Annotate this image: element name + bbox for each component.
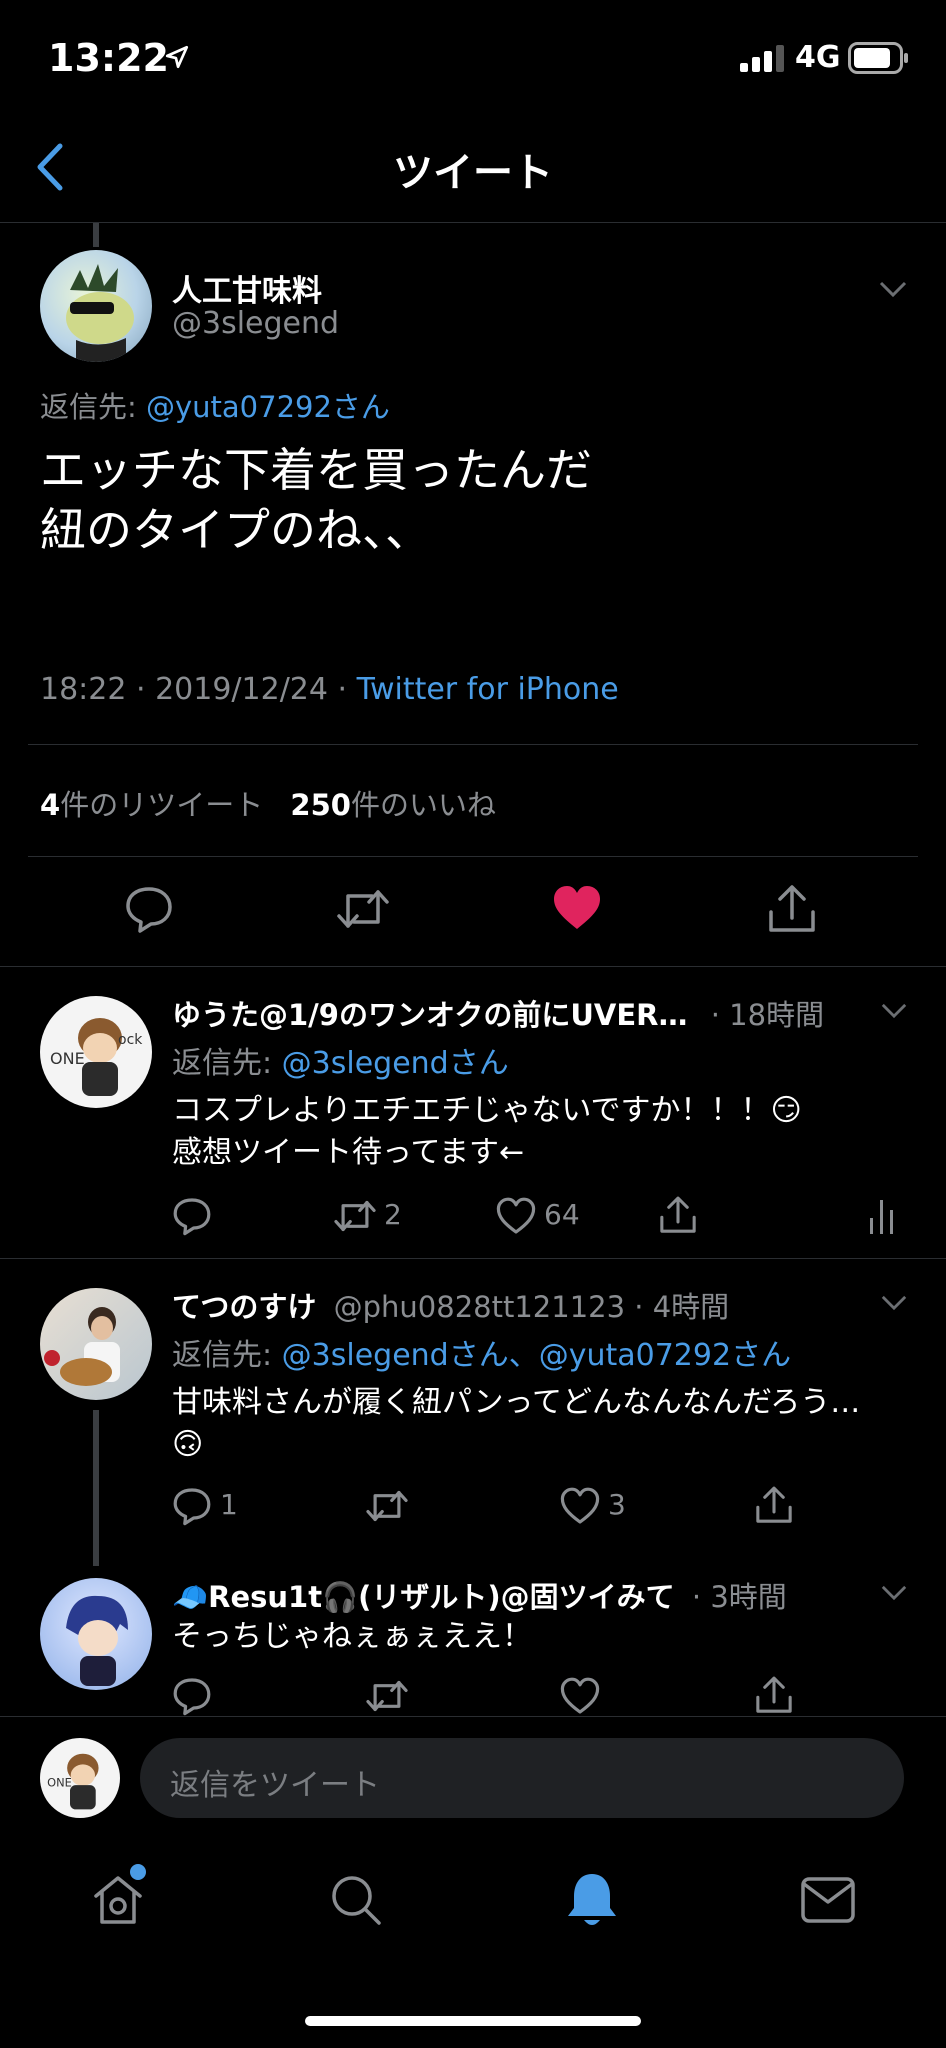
new-content-dot xyxy=(130,1864,146,1880)
home-indicator xyxy=(305,2016,641,2026)
reply-header: てつのすけ @phu0828tt121123 · 4時間 xyxy=(172,1284,729,1326)
divider xyxy=(0,966,946,967)
like-heart-filled-icon[interactable] xyxy=(552,884,602,932)
reply-meta: · 18時間 xyxy=(710,998,825,1032)
retweet-stat[interactable]: 4件のリツイート xyxy=(40,788,272,822)
tweet-text: エッチな下着を買ったんだ 紐のタイプのね、、 xyxy=(40,440,920,560)
share-icon[interactable] xyxy=(766,882,818,936)
author-name[interactable]: 人工甘味料 xyxy=(172,266,322,310)
like-count: 64 xyxy=(544,1198,580,1231)
like-heart-icon[interactable] xyxy=(560,1676,600,1716)
battery-icon xyxy=(848,42,910,74)
chevron-down-icon[interactable] xyxy=(880,1294,908,1311)
tweet-meta: 18:22 · 2019/12/24 · Twitter for iPhone xyxy=(40,672,619,707)
reply-icon[interactable] xyxy=(172,1486,212,1526)
svg-text:ONE: ONE xyxy=(47,1776,72,1790)
thread-line-top xyxy=(93,223,99,247)
reply-author-name[interactable]: 🧢Resu1t🎧(リザルト)@固ツイみて xyxy=(172,1580,675,1614)
like-heart-icon[interactable] xyxy=(560,1486,600,1526)
like-stat[interactable]: 250件のいいね xyxy=(290,788,496,822)
avatar[interactable]: ONE ock xyxy=(40,996,152,1108)
retweet-icon[interactable] xyxy=(334,884,392,934)
thread-line xyxy=(93,1410,99,1566)
tweet-timestamp: 18:22 · 2019/12/24 · xyxy=(40,672,348,707)
mail-icon[interactable] xyxy=(800,1876,856,1924)
reply-text: 甘味料さんが履く紐パンってどんなんなんだろう… 🙃 xyxy=(172,1382,860,1466)
retweet-count: 2 xyxy=(384,1198,402,1231)
reply-prefix: 返信先: xyxy=(40,390,137,424)
divider xyxy=(0,1258,946,1259)
page-title: ツイート xyxy=(393,150,553,196)
reply-mention-link[interactable]: @yuta07292さん xyxy=(146,390,390,424)
retweet-label: 件のリツイート xyxy=(60,788,264,822)
reply-icon[interactable] xyxy=(172,1676,212,1716)
avatar[interactable] xyxy=(40,1288,152,1400)
compose-divider xyxy=(0,1716,946,1717)
tweet-text-line: 紐のタイプのね、、 xyxy=(40,503,431,557)
retweet-icon[interactable] xyxy=(364,1486,410,1526)
author-handle[interactable]: @3slegend xyxy=(172,306,339,341)
home-icon[interactable] xyxy=(90,1872,146,1928)
analytics-icon[interactable] xyxy=(868,1196,896,1236)
reply-text-line: コスプレよりエチエチじゃないですか！！！😏 xyxy=(172,1093,802,1128)
nav-header: ツイート xyxy=(0,110,946,222)
reply-text-line: 甘味料さんが履く紐パンってどんなんなんだろう… xyxy=(172,1385,861,1420)
reply-icon[interactable] xyxy=(172,1196,212,1236)
compose-placeholder: 返信をツイート xyxy=(170,1768,380,1803)
reply-text: コスプレよりエチエチじゃないですか！！！😏 感想ツイート待ってます← xyxy=(172,1090,802,1174)
retweet-count: 4 xyxy=(40,788,61,822)
like-label: 件のいいね xyxy=(350,788,496,822)
tweet-source-link[interactable]: Twitter for iPhone xyxy=(357,672,619,707)
reply-context: 返信先: @3slegendさん、@yuta07292さん xyxy=(172,1330,791,1374)
reply-meta: · 3時間 xyxy=(691,1580,787,1614)
reply-text-line: そっちじゃねぇぁぇええ！ xyxy=(172,1619,532,1654)
search-icon[interactable] xyxy=(328,1872,384,1928)
chevron-down-icon[interactable] xyxy=(880,1002,908,1019)
location-arrow-icon xyxy=(164,44,190,70)
retweet-icon[interactable] xyxy=(332,1196,378,1236)
divider xyxy=(28,744,918,745)
reply-prefix: 返信先: xyxy=(172,1046,273,1081)
chevron-down-icon[interactable] xyxy=(878,280,908,298)
reply-meta: @phu0828tt121123 · 4時間 xyxy=(333,1290,730,1324)
avatar[interactable] xyxy=(40,1578,152,1690)
reply-context: 返信先: @3slegendさん xyxy=(172,1038,509,1082)
reply-context: 返信先: @yuta07292さん xyxy=(40,384,390,426)
engagement-stats: 4件のリツイート 250件のいいね xyxy=(40,782,496,824)
network-label: 4G xyxy=(795,40,841,75)
divider xyxy=(28,856,918,857)
share-icon[interactable] xyxy=(658,1194,698,1236)
compose-reply-input[interactable]: 返信をツイート xyxy=(140,1738,904,1818)
header-divider xyxy=(0,222,946,223)
share-icon[interactable] xyxy=(754,1674,794,1716)
svg-text:ONE: ONE xyxy=(50,1049,85,1068)
reply-text: そっちじゃねぇぁぇええ！ xyxy=(172,1616,532,1658)
like-heart-icon[interactable] xyxy=(496,1196,536,1236)
reply-author-name[interactable]: てつのすけ xyxy=(172,1290,316,1324)
tweet-text-line: エッチな下着を買ったんだ xyxy=(40,443,592,497)
svg-text:ock: ock xyxy=(118,1032,143,1048)
avatar: ONE xyxy=(40,1738,120,1818)
like-count: 250 xyxy=(290,788,351,822)
reply-header: 🧢Resu1t🎧(リザルト)@固ツイみて · 3時間 xyxy=(172,1574,787,1616)
chevron-down-icon[interactable] xyxy=(880,1584,908,1601)
reply-icon[interactable] xyxy=(124,884,174,934)
reply-author-name[interactable]: ゆうた@1/9のワンオクの前にUVER… xyxy=(172,998,688,1032)
reply-mention-link[interactable]: @3slegendさん、@yuta07292さん xyxy=(282,1338,791,1373)
retweet-icon[interactable] xyxy=(364,1676,410,1716)
status-time: 13:22 xyxy=(48,36,169,80)
reply-prefix: 返信先: xyxy=(172,1338,273,1373)
reply-mention-link[interactable]: @3slegendさん xyxy=(282,1046,509,1081)
reply-text-line: 感想ツイート待ってます← xyxy=(172,1135,525,1170)
signal-icon xyxy=(740,44,786,72)
reply-text-line: 🙃 xyxy=(172,1427,204,1462)
like-count: 3 xyxy=(608,1488,626,1521)
bell-icon[interactable] xyxy=(564,1870,620,1930)
reply-header: ゆうた@1/9のワンオクの前にUVER… · 18時間 xyxy=(172,992,824,1034)
reply-count: 1 xyxy=(220,1488,238,1521)
status-bar: 13:22 4G xyxy=(0,0,946,110)
avatar[interactable] xyxy=(40,250,152,362)
share-icon[interactable] xyxy=(754,1484,794,1526)
